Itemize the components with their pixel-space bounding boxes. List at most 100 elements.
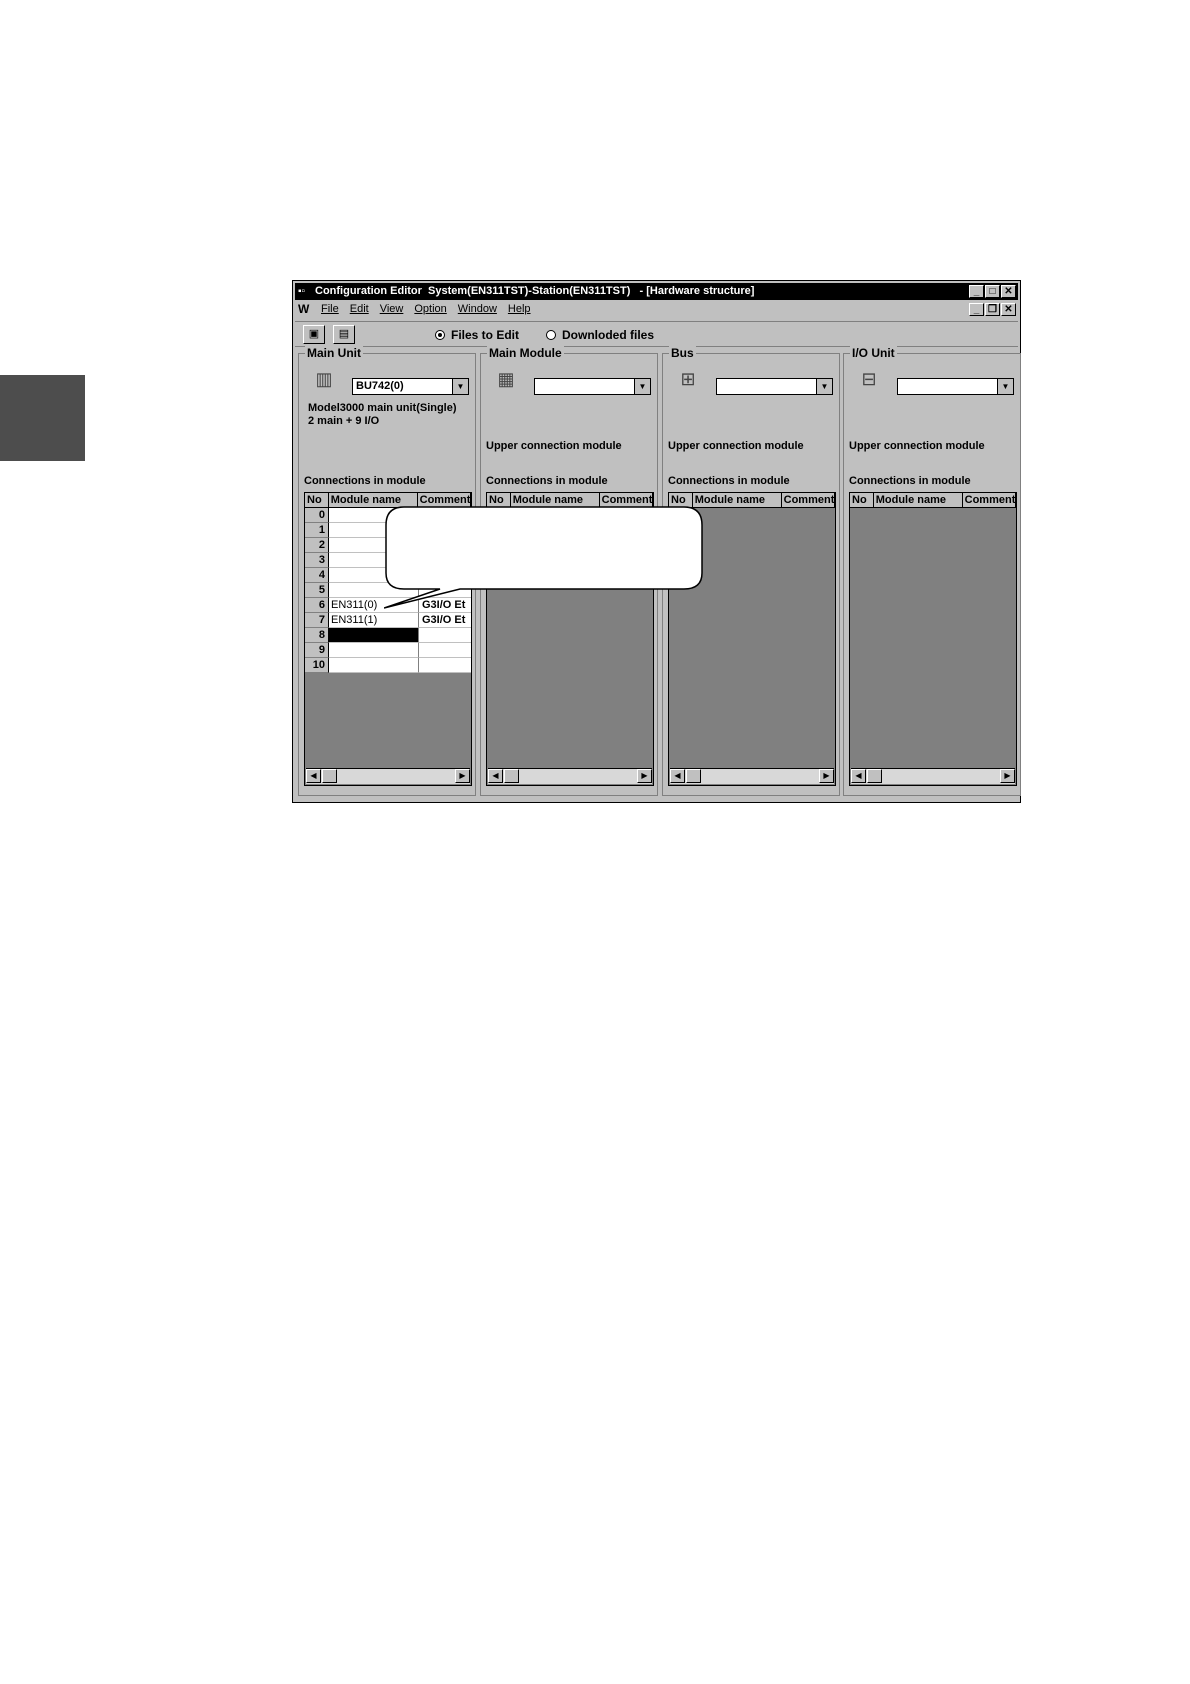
module-name-cell[interactable]	[329, 658, 419, 673]
grid-header: No Module name Comment	[850, 493, 1016, 508]
maximize-button[interactable]: □	[985, 285, 1000, 298]
bus-icon: ⊞	[680, 369, 696, 389]
child-minimize-button[interactable]: _	[969, 303, 984, 316]
chevron-down-icon[interactable]: ▼	[816, 379, 832, 394]
menu-window[interactable]: Window	[458, 301, 497, 318]
close-button[interactable]: ✕	[1001, 285, 1016, 298]
module-name-cell-selected[interactable]	[329, 628, 419, 643]
scroll-right-icon[interactable]: ▶	[819, 769, 834, 783]
comment-cell[interactable]	[419, 643, 471, 658]
main-module-icon: ▦	[497, 369, 515, 389]
row-number: 10	[305, 658, 329, 673]
properties-icon: ▤	[338, 328, 350, 340]
combo-value: BU742(0)	[356, 380, 404, 392]
main-unit-icon: ▥	[315, 369, 333, 389]
radio-files-to-edit[interactable]: Files to Edit	[435, 328, 519, 342]
main-unit-description: Model3000 main unit(Single) 2 main + 9 I…	[308, 402, 457, 428]
row-number: 6	[305, 598, 329, 613]
scroll-thumb[interactable]	[322, 769, 337, 783]
table-row[interactable]: 10	[305, 658, 471, 673]
description-line: Model3000 main unit(Single)	[308, 402, 457, 414]
radio-downloaded-files-label: Downloded files	[562, 328, 655, 342]
io-unit-combo[interactable]: ▼	[897, 378, 1014, 395]
floppy-disk-icon: ▣	[308, 328, 320, 340]
bus-combo[interactable]: ▼	[716, 378, 833, 395]
panel-title: Main Module	[487, 346, 564, 360]
row-number: 5	[305, 583, 329, 598]
panel-title: Main Unit	[305, 346, 363, 360]
window-title: Configuration Editor System(EN311TST)-St…	[315, 285, 755, 297]
header-comment[interactable]: Comment	[781, 493, 835, 508]
header-no[interactable]: No	[305, 493, 329, 508]
app-title-icon: ▪▫	[298, 286, 306, 297]
callout-balloon	[384, 506, 703, 609]
horizontal-scrollbar[interactable]: ◀ ▶	[851, 768, 1015, 784]
radio-downloaded-files[interactable]: Downloded files	[546, 328, 654, 342]
table-row[interactable]: 9	[305, 643, 471, 658]
connections-label: Connections in module	[849, 475, 971, 487]
row-number: 0	[305, 508, 329, 523]
properties-button[interactable]: ▤	[333, 325, 355, 344]
io-unit-icon: ⊟	[861, 369, 877, 389]
chevron-down-icon[interactable]: ▼	[634, 379, 650, 394]
header-comment[interactable]: Comment	[962, 493, 1016, 508]
menu-bar: W File Edit View Option Window Help _ ❐ …	[295, 301, 1018, 318]
connections-label: Connections in module	[304, 475, 426, 487]
comment-cell[interactable]	[419, 658, 471, 673]
description-line: 2 main + 9 I/O	[308, 415, 380, 427]
panel-title: Bus	[669, 346, 696, 360]
io-unit-panel: I/O Unit ⊟ ▼ Upper connection module Con…	[843, 346, 1021, 796]
connections-label: Connections in module	[486, 475, 608, 487]
horizontal-scrollbar[interactable]: ◀ ▶	[670, 768, 834, 784]
save-button[interactable]: ▣	[303, 325, 325, 344]
menu-edit[interactable]: Edit	[350, 301, 369, 318]
page-side-tab	[0, 375, 85, 461]
row-number: 7	[305, 613, 329, 628]
scroll-left-icon[interactable]: ◀	[488, 769, 503, 783]
scroll-thumb[interactable]	[867, 769, 882, 783]
main-module-combo[interactable]: ▼	[534, 378, 651, 395]
menu-file[interactable]: File	[321, 301, 339, 318]
title-bar: ▪▫ Configuration Editor System(EN311TST)…	[295, 283, 1018, 300]
upper-connection-label: Upper connection module	[849, 440, 985, 452]
row-number: 9	[305, 643, 329, 658]
comment-cell[interactable]	[419, 628, 471, 643]
row-number: 2	[305, 538, 329, 553]
horizontal-scrollbar[interactable]: ◀ ▶	[488, 768, 652, 784]
upper-connection-label: Upper connection module	[486, 440, 622, 452]
radio-files-to-edit-label: Files to Edit	[451, 328, 520, 342]
header-module-name[interactable]: Module name	[873, 493, 963, 508]
scroll-right-icon[interactable]: ▶	[1000, 769, 1015, 783]
connections-grid: No Module name Comment ◀ ▶	[849, 492, 1017, 786]
table-row[interactable]: 8	[305, 628, 471, 643]
radio-unchecked-icon	[546, 330, 556, 340]
scroll-thumb[interactable]	[686, 769, 701, 783]
main-unit-combo[interactable]: BU742(0) ▼	[352, 378, 469, 395]
scroll-left-icon[interactable]: ◀	[670, 769, 685, 783]
menu-help[interactable]: Help	[508, 301, 531, 318]
module-name-cell[interactable]	[329, 643, 419, 658]
scroll-thumb[interactable]	[504, 769, 519, 783]
chevron-down-icon[interactable]: ▼	[997, 379, 1013, 394]
minimize-button[interactable]: _	[969, 285, 984, 298]
row-number: 1	[305, 523, 329, 538]
connections-label: Connections in module	[668, 475, 790, 487]
horizontal-scrollbar[interactable]: ◀ ▶	[306, 768, 470, 784]
app-logo-icon: W	[298, 302, 310, 316]
menu-option[interactable]: Option	[414, 301, 446, 318]
child-restore-button[interactable]: ❐	[985, 303, 1000, 316]
scroll-left-icon[interactable]: ◀	[851, 769, 866, 783]
toolbar: ▣ ▤ Files to Edit Downloded files	[295, 321, 1018, 347]
chevron-down-icon[interactable]: ▼	[452, 379, 468, 394]
scroll-right-icon[interactable]: ▶	[637, 769, 652, 783]
scroll-right-icon[interactable]: ▶	[455, 769, 470, 783]
panel-title: I/O Unit	[850, 346, 897, 360]
scroll-left-icon[interactable]: ◀	[306, 769, 321, 783]
child-close-button[interactable]: ✕	[1001, 303, 1016, 316]
menu-view[interactable]: View	[380, 301, 404, 318]
row-number: 8	[305, 628, 329, 643]
row-number: 4	[305, 568, 329, 583]
upper-connection-label: Upper connection module	[668, 440, 804, 452]
header-no[interactable]: No	[850, 493, 874, 508]
callout-shape	[384, 506, 703, 609]
